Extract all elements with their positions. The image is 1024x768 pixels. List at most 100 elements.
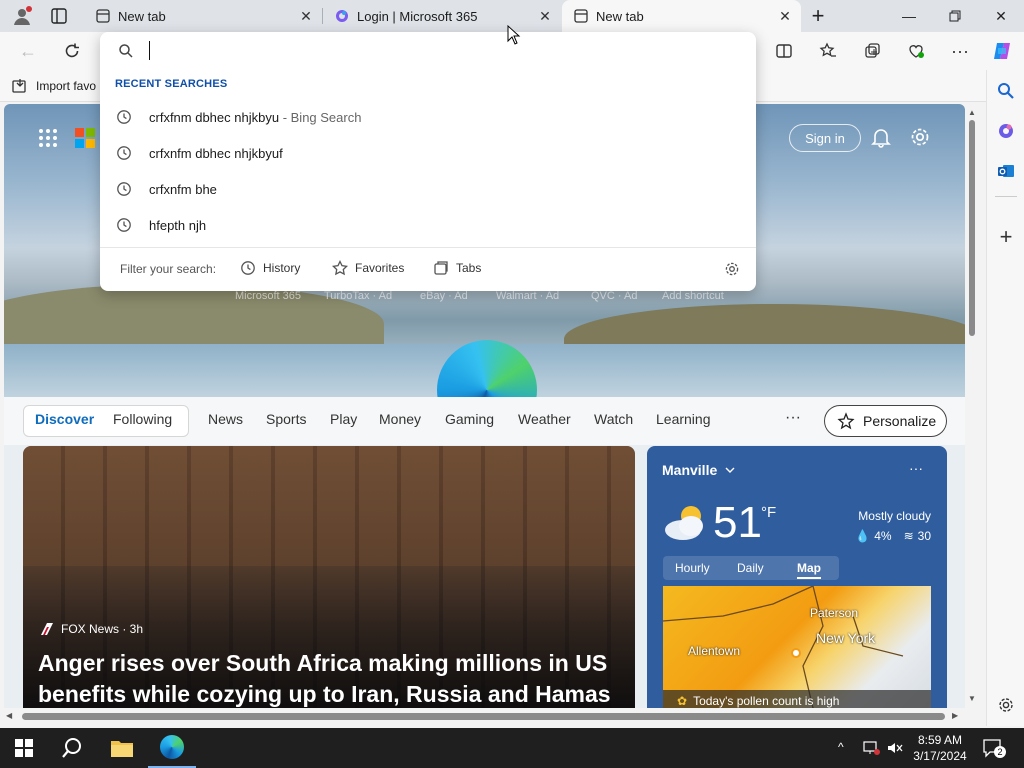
shortcut-turbotax[interactable]: TurboTax · Ad xyxy=(324,290,392,302)
split-screen-button[interactable] xyxy=(770,38,798,64)
back-button[interactable]: ← xyxy=(14,38,42,64)
close-window-button[interactable]: ✕ xyxy=(978,0,1024,32)
start-button[interactable] xyxy=(0,728,48,768)
microsoft-logo xyxy=(75,128,95,148)
address-input-caret[interactable] xyxy=(149,41,150,60)
tab-actions-icon[interactable] xyxy=(50,7,70,25)
close-icon[interactable]: ✕ xyxy=(537,8,553,24)
import-favorites-button[interactable]: Import favo xyxy=(12,78,96,94)
close-icon[interactable]: ✕ xyxy=(298,8,314,24)
feed-tab-money[interactable]: Money xyxy=(379,411,421,427)
edge-taskbar-button[interactable] xyxy=(148,728,196,768)
network-icon[interactable] xyxy=(862,740,880,756)
filter-history-button[interactable]: History xyxy=(240,260,300,276)
shortcut-walmart[interactable]: Walmart · Ad xyxy=(496,290,559,302)
address-bar[interactable] xyxy=(100,32,756,70)
feed-tab-sports[interactable]: Sports xyxy=(266,411,306,427)
news-card[interactable]: FOX News · 3h Anger rises over South Afr… xyxy=(23,446,635,708)
sidebar-add-button[interactable]: + xyxy=(995,224,1017,249)
sign-in-button[interactable]: Sign in xyxy=(789,124,861,152)
notifications-button[interactable] xyxy=(870,126,892,148)
recent-search-item[interactable]: crfxfnm dbhec nhjkbyu - Bing Search xyxy=(100,99,756,135)
sidebar-settings-button[interactable] xyxy=(995,694,1017,716)
scroll-up-arrow[interactable]: ▲ xyxy=(968,108,976,117)
search-icon xyxy=(998,83,1014,99)
collections-button[interactable] xyxy=(858,38,886,64)
feed-tab-news[interactable]: News xyxy=(208,411,243,427)
more-feed-tabs-button[interactable]: ··· xyxy=(785,409,801,427)
news-headline[interactable]: Anger rises over South Africa making mil… xyxy=(38,648,618,708)
weather-tab-hourly[interactable]: Hourly xyxy=(675,561,710,575)
feed-tab-learning[interactable]: Learning xyxy=(656,411,711,427)
feed-tab-watch[interactable]: Watch xyxy=(594,411,633,427)
apps-launcher-icon[interactable] xyxy=(38,128,58,148)
feed-tab-weather[interactable]: Weather xyxy=(518,411,571,427)
air-quality: 30 xyxy=(917,529,931,543)
close-icon[interactable]: ✕ xyxy=(777,8,793,24)
scroll-right-arrow[interactable]: ▶ xyxy=(952,711,958,720)
copilot-button[interactable] xyxy=(988,38,1016,64)
weather-more-button[interactable]: ··· xyxy=(909,460,923,476)
shortcut-ebay[interactable]: eBay · Ad xyxy=(420,290,468,302)
pollen-banner[interactable]: ✿ Today's pollen count is high xyxy=(663,690,931,708)
tab-login-microsoft-365[interactable]: Login | Microsoft 365 ✕ xyxy=(323,0,561,32)
mouse-cursor-icon xyxy=(507,24,521,45)
new-tab-button[interactable]: + xyxy=(806,3,830,28)
horizontal-scroll-thumb[interactable] xyxy=(22,713,945,720)
temperature-unit[interactable]: °F xyxy=(761,504,776,521)
favorites-button[interactable] xyxy=(814,38,842,64)
taskbar-search-button[interactable] xyxy=(48,728,96,768)
feed-tab-discover[interactable]: Discover xyxy=(35,411,94,427)
restore-button[interactable] xyxy=(932,0,978,32)
scroll-down-arrow[interactable]: ▼ xyxy=(968,694,976,703)
weather-tabs: Hourly Daily Map xyxy=(663,556,839,580)
weather-map[interactable]: Paterson New York Allentown ✿ Today's po… xyxy=(663,586,931,708)
filter-label: Filter your search: xyxy=(120,262,217,276)
flower-icon: ✿ xyxy=(677,694,688,708)
search-settings-button[interactable] xyxy=(724,261,740,277)
weather-card[interactable]: Manville ··· 51 °F Mostly cloudy 💧 4% ≋ … xyxy=(647,446,947,708)
filter-favorites-label: Favorites xyxy=(355,261,405,275)
sidebar-outlook-button[interactable] xyxy=(995,160,1017,182)
clock[interactable]: 8:59 AM 3/17/2024 xyxy=(910,732,970,764)
shortcut-add[interactable]: Add shortcut xyxy=(662,290,724,302)
filter-tabs-button[interactable]: Tabs xyxy=(433,260,481,276)
scroll-left-arrow[interactable]: ◀ xyxy=(6,711,12,720)
settings-more-button[interactable]: ··· xyxy=(946,38,974,64)
feed-tab-gaming[interactable]: Gaming xyxy=(445,411,494,427)
weather-tab-map[interactable]: Map xyxy=(797,561,821,579)
feed-tab-play[interactable]: Play xyxy=(330,411,357,427)
bell-icon xyxy=(871,129,891,148)
page-settings-button[interactable] xyxy=(909,126,931,148)
file-explorer-button[interactable] xyxy=(98,728,146,768)
recent-search-item[interactable]: hfepth njh xyxy=(100,207,756,243)
show-hidden-icons-button[interactable]: ^ xyxy=(838,740,844,754)
weather-location[interactable]: Manville xyxy=(662,462,735,478)
location-marker-icon xyxy=(791,648,801,658)
shortcut-microsoft-365[interactable]: Microsoft 365 xyxy=(235,290,301,302)
tab-new-tab-1[interactable]: New tab ✕ xyxy=(84,0,322,32)
shortcut-qvc[interactable]: QVC · Ad xyxy=(591,290,637,302)
volume-muted-icon[interactable] xyxy=(886,740,904,756)
vertical-scroll-thumb[interactable] xyxy=(969,120,975,336)
sidebar-search-button[interactable] xyxy=(995,80,1017,102)
sparkle-star-icon xyxy=(837,412,855,430)
horizontal-scrollbar[interactable]: ◀ ▶ xyxy=(4,708,965,726)
feed-tab-following[interactable]: Following xyxy=(113,411,172,427)
weather-stats: 💧 4% ≋ 30 xyxy=(855,529,931,543)
refresh-button[interactable] xyxy=(58,38,86,64)
profile-icon[interactable] xyxy=(10,4,34,28)
recent-search-item[interactable]: crfxnfm bhe xyxy=(100,171,756,207)
sidebar-copilot-button[interactable] xyxy=(995,120,1017,142)
minimize-button[interactable]: — xyxy=(886,0,932,32)
filter-favorites-button[interactable]: Favorites xyxy=(332,260,404,276)
browser-essentials-button[interactable] xyxy=(902,38,930,64)
personalize-button[interactable]: Personalize xyxy=(824,405,947,437)
weather-tab-daily[interactable]: Daily xyxy=(737,561,764,575)
tab-new-tab-active[interactable]: New tab ✕ xyxy=(562,0,801,32)
recent-search-item[interactable]: crfxnfm dbhec nhjkbyuf xyxy=(100,135,756,171)
news-source-label: FOX News · 3h xyxy=(61,622,144,636)
tab-title: New tab xyxy=(596,8,644,24)
notification-center-button[interactable]: 2 xyxy=(982,738,1006,758)
vertical-scrollbar[interactable]: ▲ ▼ xyxy=(965,104,979,708)
